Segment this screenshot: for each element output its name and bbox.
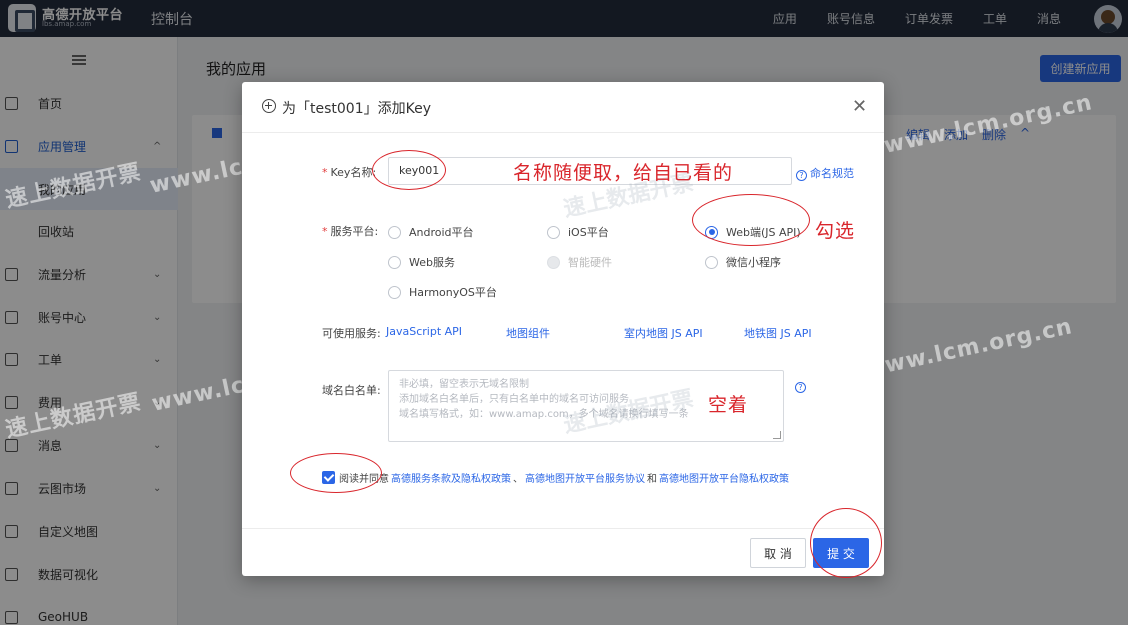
- service-subway-map[interactable]: 地铁图 JS API: [744, 325, 812, 341]
- radio-harmonyos[interactable]: HarmonyOS平台: [388, 284, 497, 300]
- radio-circle: [547, 255, 560, 269]
- annotation-empty-note: 空着: [708, 394, 749, 416]
- privacy-policy-link[interactable]: 高德地图开放平台隐私权政策: [659, 470, 789, 485]
- radio-smart-hardware: 智能硬件: [547, 254, 612, 270]
- close-icon[interactable]: ✕: [852, 96, 867, 117]
- annotation-name-note: 名称随便取，给自已看的: [513, 162, 734, 184]
- help-icon: ?: [796, 170, 807, 181]
- annotation-circle-checkbox: [290, 453, 382, 493]
- radio-web-service[interactable]: Web服务: [388, 254, 455, 270]
- naming-rule-link[interactable]: ? 命名规范: [796, 165, 854, 181]
- whitelist-label: 域名白名单:: [322, 384, 381, 397]
- annotation-circle-key-label: [372, 150, 446, 190]
- resize-grip-icon[interactable]: [773, 431, 781, 439]
- terms-link[interactable]: 高德服务条款及隐私权政策: [391, 470, 511, 485]
- annotation-check-note: 勾选: [815, 220, 856, 242]
- modal-title: 为「test001」添加Key: [282, 101, 431, 117]
- service-javascript-api[interactable]: JavaScript API: [386, 325, 462, 338]
- add-key-modal: 为「test001」添加Key ✕ * Key名称: key001 ? 命名规范 *…: [242, 82, 884, 576]
- cancel-button[interactable]: 取 消: [750, 538, 806, 568]
- services-label: 可使用服务:: [322, 327, 381, 340]
- radio-circle: [705, 255, 718, 269]
- modal-footer-divider: [242, 528, 884, 529]
- radio-ios[interactable]: iOS平台: [547, 224, 609, 240]
- modal-header: 为「test001」添加Key ✕: [242, 82, 884, 133]
- service-agreement-link[interactable]: 高德地图开放平台服务协议: [525, 470, 645, 485]
- key-name-label: * Key名称:: [322, 166, 377, 179]
- agree-separator: 、: [513, 474, 523, 485]
- radio-wechat-miniprogram[interactable]: 微信小程序: [705, 254, 781, 270]
- radio-android[interactable]: Android平台: [388, 224, 474, 240]
- service-indoor-map[interactable]: 室内地图 JS API: [624, 325, 703, 341]
- radio-circle: [388, 255, 401, 269]
- service-map-component[interactable]: 地图组件: [506, 325, 550, 341]
- radio-circle: [388, 225, 401, 239]
- radio-circle: [547, 225, 560, 239]
- help-icon[interactable]: ?: [795, 382, 806, 393]
- annotation-circle-web: [692, 194, 810, 246]
- radio-circle: [388, 285, 401, 299]
- agreement-row: 阅读并同意 高德服务条款及隐私权政策 、 高德地图开放平台服务协议 和 高德地图…: [322, 470, 791, 485]
- annotation-circle-submit: [810, 508, 882, 578]
- platform-label: * 服务平台:: [322, 225, 379, 238]
- agree-conjunction: 和: [647, 474, 657, 485]
- plus-circle-icon: [262, 99, 276, 113]
